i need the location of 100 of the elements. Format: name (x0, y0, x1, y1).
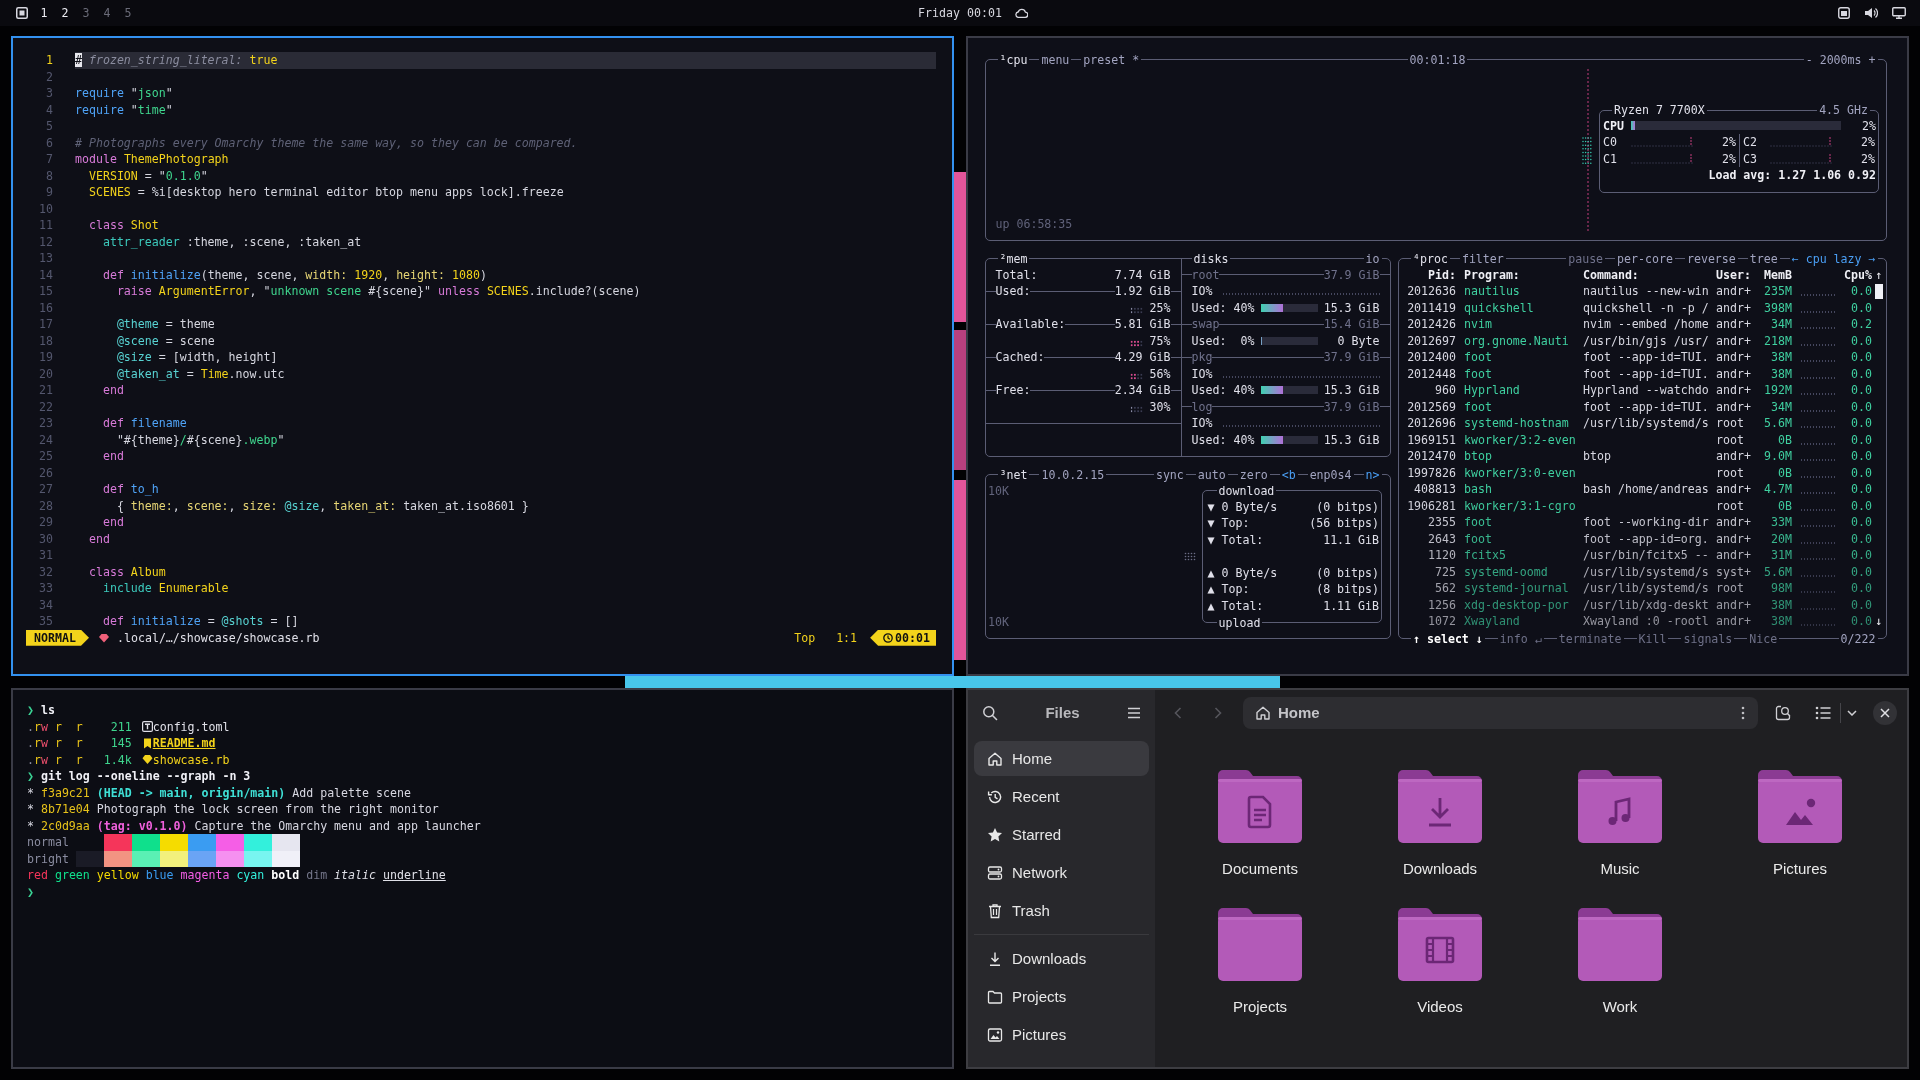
line-number: 28 (38, 497, 54, 514)
process-memory: 398M (1763, 299, 1792, 316)
process-user: root (1716, 464, 1745, 481)
workspace-button[interactable]: 4 (100, 4, 114, 22)
prompt: ❯ (27, 883, 34, 900)
process-id: 2012697 (1406, 332, 1457, 349)
sidebar-item[interactable]: Trash (974, 893, 1149, 928)
location-bar[interactable]: Home (1243, 697, 1758, 729)
line-number: 33 (38, 580, 54, 597)
process-name: foot (1464, 349, 1493, 366)
cpu-history-graph (1800, 343, 1835, 346)
traffic-value: 1.11 GiB (1323, 597, 1379, 614)
chevron-down-icon[interactable] (1847, 710, 1857, 716)
sidebar-item[interactable]: Starred (974, 817, 1149, 852)
column-header[interactable]: Program: (1464, 266, 1583, 283)
commit-hash: 8b71e04 (40, 801, 90, 818)
more-options-icon[interactable] (1741, 706, 1745, 720)
list-view-icon[interactable] (1815, 706, 1831, 720)
document-folder-icon[interactable] (1218, 770, 1302, 843)
sidebar-item[interactable]: Network (974, 855, 1149, 890)
line-number: 35 (38, 613, 54, 630)
monitor-icon[interactable] (1892, 7, 1906, 19)
style-sample: bold (271, 867, 300, 884)
volume-icon[interactable] (1864, 7, 1878, 19)
cpu-history-graph (1800, 541, 1835, 544)
process-user: root (1716, 431, 1745, 448)
memory-value: 2.34 GiB (1114, 382, 1171, 399)
column-header[interactable]: Cpu% (1835, 266, 1872, 283)
traffic-stat: ▲ 0 Byte/s (1207, 564, 1278, 581)
workspace-button[interactable]: 1 (37, 4, 51, 22)
workspace-button[interactable]: 2 (58, 4, 72, 22)
folder-name[interactable]: Pictures (1772, 860, 1828, 878)
process-command: /usr/lib/systemd/s (1583, 563, 1710, 580)
column-header[interactable]: User: (1716, 266, 1751, 283)
music-folder-icon[interactable] (1578, 770, 1662, 843)
core-usage-reading: 2% (1721, 134, 1736, 151)
folder-name[interactable]: Work (1602, 998, 1638, 1016)
process-memory: 33M (1770, 514, 1792, 531)
process-id: 2012470 (1406, 448, 1457, 465)
process-id: 2012426 (1406, 316, 1457, 333)
process-command: /usr/lib/systemd/s (1583, 580, 1710, 597)
traffic-stat: ▼ Total: (1207, 531, 1264, 548)
traffic-value: 11.1 GiB (1323, 531, 1379, 548)
sidebar-item[interactable]: Recent (974, 779, 1149, 814)
folder-icon (987, 988, 1003, 1005)
folder-icon[interactable] (1218, 908, 1302, 981)
square-icon[interactable] (16, 7, 28, 19)
line-number: 23 (38, 415, 54, 432)
disk-size: 37.9 GiB (1323, 398, 1380, 415)
scroll-down-arrow[interactable]: ↓ (1872, 613, 1886, 630)
code-line: end (101, 448, 125, 465)
process-name: foot (1464, 514, 1493, 531)
core-label: C1 (1603, 150, 1618, 167)
core-label: C2 (1743, 134, 1758, 151)
close-button[interactable] (1873, 701, 1897, 725)
folder-name[interactable]: Documents (1222, 860, 1298, 878)
style-sample: red (27, 867, 48, 884)
download-icon (987, 950, 1003, 967)
sidebar-item[interactable]: Projects (974, 979, 1149, 1014)
column-header[interactable]: MemB (1751, 266, 1792, 283)
process-memory: 0B (1777, 431, 1792, 448)
workspace-button[interactable]: 5 (121, 4, 135, 22)
process-user: andr+ (1716, 332, 1751, 349)
workspace-button[interactable]: 3 (79, 4, 93, 22)
commit-graph: * (27, 801, 34, 818)
process-id: 1072 (1427, 613, 1457, 630)
process-user: andr+ (1716, 316, 1751, 333)
line-number: 32 (38, 563, 54, 580)
folder-name[interactable]: Projects (1232, 998, 1288, 1016)
picture-folder-icon[interactable] (1758, 770, 1842, 843)
code-line: attr_reader :theme, :scene, :taken_at (101, 233, 363, 250)
bookmark-icon (141, 737, 153, 749)
process-memory: 34M (1770, 316, 1792, 333)
commit-refs: (HEAD -> main, origin/main) (96, 784, 286, 801)
process-id: 2355 (1427, 514, 1457, 531)
menu-icon[interactable] (1127, 707, 1141, 719)
line-number: 2 (45, 68, 54, 85)
file-permissions: .rw r r (27, 718, 84, 735)
folder-icon[interactable] (1578, 908, 1662, 981)
column-header[interactable]: Command: (1583, 266, 1716, 283)
search-icon[interactable] (1775, 705, 1791, 721)
scroll-up-arrow[interactable]: ↑ (1872, 266, 1886, 283)
disk-used-label: Used: (1191, 431, 1227, 448)
window-icon[interactable] (1838, 7, 1850, 19)
process-cpu: 0.2 (1850, 316, 1872, 333)
traffic-stat: ▲ Top: (1207, 581, 1250, 598)
download-folder-icon[interactable] (1398, 770, 1482, 843)
scrollbar-thumb[interactable] (1874, 283, 1883, 299)
folder-name[interactable]: Downloads (1402, 860, 1478, 878)
film-folder-icon[interactable] (1398, 908, 1482, 981)
folder-name[interactable]: Music (1600, 860, 1640, 878)
cpu-history-graph (1800, 574, 1835, 577)
sidebar-item[interactable]: Home (974, 741, 1149, 776)
column-header[interactable]: Pid: (1399, 266, 1464, 283)
sidebar-item[interactable]: Pictures (974, 1017, 1149, 1052)
search-icon[interactable] (982, 705, 998, 721)
folder-name[interactable]: Videos (1417, 998, 1463, 1016)
process-cpu: 0.0 (1850, 580, 1872, 597)
sidebar-item[interactable]: Downloads (974, 941, 1149, 976)
process-cpu: 0.0 (1850, 481, 1872, 498)
